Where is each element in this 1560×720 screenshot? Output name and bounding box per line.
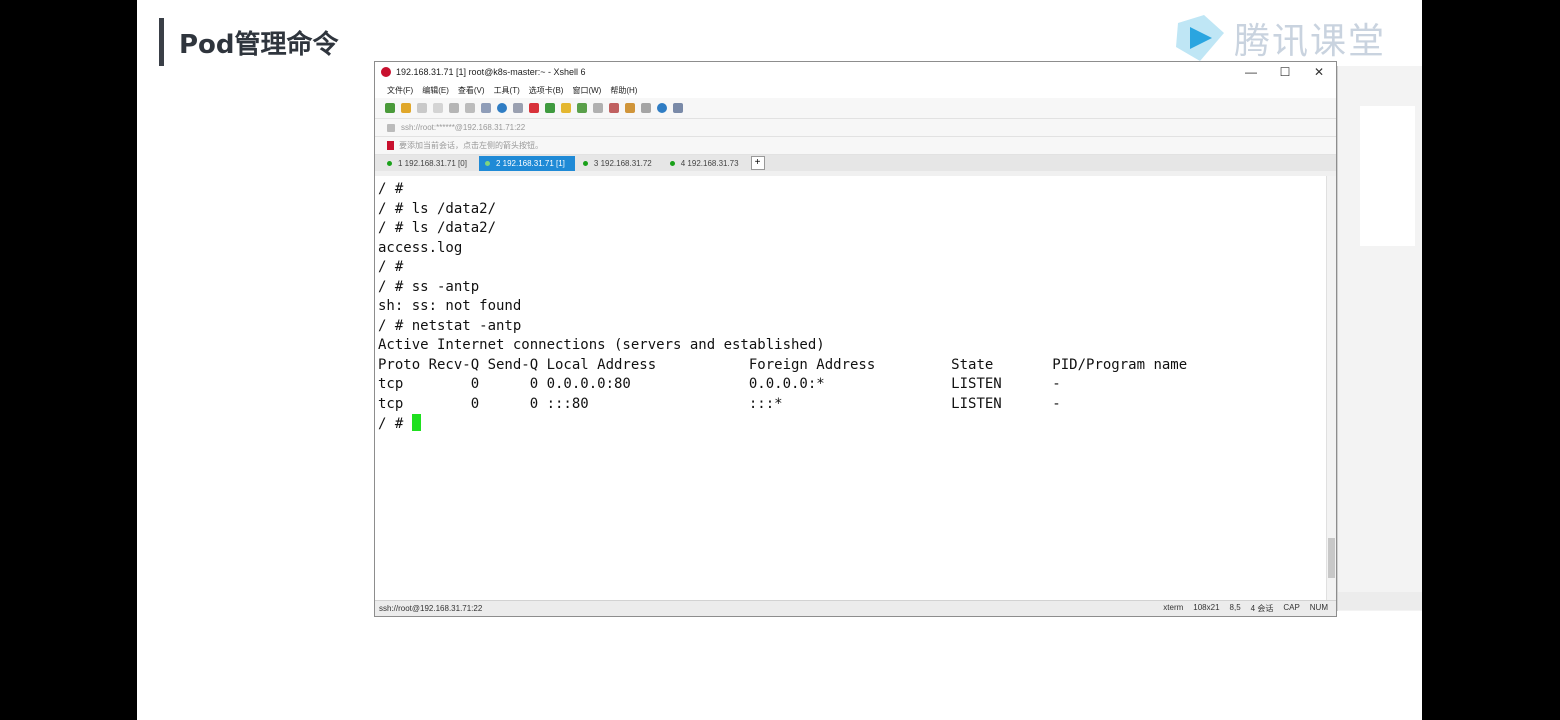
- menu-edit[interactable]: 编辑(E): [422, 85, 449, 96]
- terminal-line: Active Internet connections (servers and…: [378, 337, 825, 353]
- open-folder-icon[interactable]: [401, 103, 411, 113]
- new-session-icon[interactable]: [385, 103, 395, 113]
- session-tabs: 1 192.168.31.71 [0] 2 192.168.31.71 [1] …: [375, 155, 1336, 171]
- xshell-window: 192.168.31.71 [1] root@k8s-master:~ - Xs…: [374, 61, 1337, 617]
- session-tab-4[interactable]: 4 192.168.31.73: [664, 156, 749, 171]
- lock-icon[interactable]: [561, 103, 571, 113]
- logo-text: 腾讯课堂: [1234, 21, 1387, 62]
- compose-icon[interactable]: [673, 103, 683, 113]
- terminal-line: / # ls /data2/: [378, 200, 497, 217]
- bookmark-icon[interactable]: [387, 141, 394, 150]
- tab-label: 4 192.168.31.73: [680, 159, 739, 168]
- background-document-window: [1337, 66, 1422, 611]
- address-text: ssh://root:******@192.168.31.71:22: [401, 123, 526, 132]
- globe-icon[interactable]: [497, 103, 507, 113]
- scrollbar-thumb[interactable]: [1328, 538, 1335, 578]
- terminal-line: tcp 0 0 0.0.0.0:80 0.0.0.0:* LISTEN -: [378, 376, 1061, 392]
- menu-window[interactable]: 窗口(W): [572, 85, 601, 96]
- slide-title: Pod管理命令: [179, 30, 339, 60]
- tencent-classroom-logo: 腾讯课堂: [1170, 12, 1386, 64]
- tab-label: 3 192.168.31.72: [593, 159, 652, 168]
- menu-file[interactable]: 文件(F): [387, 85, 413, 96]
- session-tab-1[interactable]: 1 192.168.31.71 [0]: [381, 156, 477, 171]
- terminal-line: / #: [378, 181, 404, 197]
- document-page-thumbnail: [1360, 106, 1415, 246]
- terminal-line: access.log: [378, 239, 463, 256]
- status-term: xterm: [1163, 603, 1184, 612]
- background-status-bar: [1338, 592, 1422, 610]
- status-pos: 8,5: [1229, 603, 1241, 612]
- terminal-line: Proto Recv-Q Send-Q Local Address Foreig…: [378, 356, 1188, 373]
- terminal-cursor: [411, 414, 421, 431]
- connected-dot-icon: [582, 161, 588, 166]
- terminal-line: / # ss -antp: [378, 278, 480, 295]
- terminal-line: sh: ss: not found: [378, 298, 522, 314]
- menu-tools[interactable]: 工具(T): [494, 85, 520, 96]
- status-caps: CAP: [1283, 603, 1300, 612]
- link-bar: 要添加当前会话，点击左侧的箭头按钮。: [375, 137, 1336, 155]
- terminal-line: / # netstat -antp: [378, 317, 522, 334]
- address-bar[interactable]: ssh://root:******@192.168.31.71:22: [375, 119, 1336, 137]
- status-size: 108x21: [1193, 603, 1220, 612]
- window-title: 192.168.31.71 [1] root@k8s-master:~ - Xs…: [396, 67, 586, 77]
- find-icon[interactable]: [465, 103, 475, 113]
- terminal-prompt: / #: [378, 416, 412, 432]
- session-tab-3[interactable]: 3 192.168.31.72: [577, 156, 662, 171]
- script-icon[interactable]: [609, 103, 619, 113]
- font-icon[interactable]: [513, 103, 523, 113]
- terminal-line: / # ls /data2/: [378, 220, 497, 236]
- minimize-button[interactable]: —: [1234, 62, 1268, 82]
- add-tab-button[interactable]: +: [750, 156, 765, 170]
- tab-label: 2 192.168.31.71 [1]: [495, 159, 565, 168]
- session-tab-2[interactable]: 2 192.168.31.71 [1]: [478, 156, 575, 171]
- link-bar-hint: 要添加当前会话，点击左侧的箭头按钮。: [399, 141, 543, 150]
- menu-help[interactable]: 帮助(H): [610, 85, 637, 96]
- title-accent-bar: [159, 18, 164, 66]
- close-button[interactable]: ✕: [1302, 62, 1336, 82]
- menu-tabs[interactable]: 选项卡(B): [529, 85, 564, 96]
- window-layout-icon[interactable]: [641, 103, 651, 113]
- connect-icon[interactable]: [417, 103, 427, 113]
- presentation-slide: Pod管理命令 腾讯课堂 192.168.31.71 [1] root@k8s-…: [137, 0, 1422, 720]
- terminal-line: / #: [378, 259, 404, 275]
- transfer-icon[interactable]: [625, 103, 635, 113]
- lock-address-icon: [387, 123, 395, 132]
- xftp-icon[interactable]: [529, 103, 539, 113]
- terminal-scrollbar[interactable]: [1326, 176, 1336, 602]
- fullscreen-icon[interactable]: [577, 103, 587, 113]
- window-titlebar[interactable]: 192.168.31.71 [1] root@k8s-master:~ - Xs…: [375, 62, 1336, 82]
- disconnect-icon[interactable]: [433, 103, 443, 113]
- menu-view[interactable]: 查看(V): [458, 85, 485, 96]
- window-controls: — ☐ ✕: [1234, 62, 1336, 82]
- connected-dot-icon: [387, 161, 392, 166]
- status-sessions: 4 会话: [1250, 604, 1274, 613]
- copy-icon[interactable]: [449, 103, 459, 113]
- terminal-line: tcp 0 0 :::80 :::* LISTEN -: [378, 395, 1061, 412]
- menu-bar: 文件(F) 编辑(E) 查看(V) 工具(T) 选项卡(B) 窗口(W) 帮助(…: [375, 82, 1336, 98]
- maximize-button[interactable]: ☐: [1268, 62, 1302, 82]
- xshell-app-icon: [381, 67, 391, 77]
- status-connection: ssh://root@192.168.31.71:22: [379, 604, 483, 613]
- play-icon: [1176, 15, 1224, 61]
- connected-dot-icon: [669, 161, 675, 166]
- status-bar: ssh://root@192.168.31.71:22 xterm 108x21…: [375, 600, 1336, 616]
- connected-dot-icon: [484, 161, 490, 166]
- terminal-output[interactable]: / # / # ls /data2/ / # ls /data2/ access…: [375, 176, 1327, 602]
- keyboard-icon[interactable]: [593, 103, 603, 113]
- tab-label: 1 192.168.31.71 [0]: [398, 159, 467, 168]
- status-num: NUM: [1309, 603, 1328, 612]
- xmanager-icon[interactable]: [545, 103, 555, 113]
- layout-icon[interactable]: [481, 103, 491, 113]
- status-indicators: xterm 108x21 8,5 4 会话 CAP NUM: [1163, 603, 1328, 614]
- help-icon[interactable]: [657, 103, 667, 113]
- toolbar: [375, 98, 1336, 119]
